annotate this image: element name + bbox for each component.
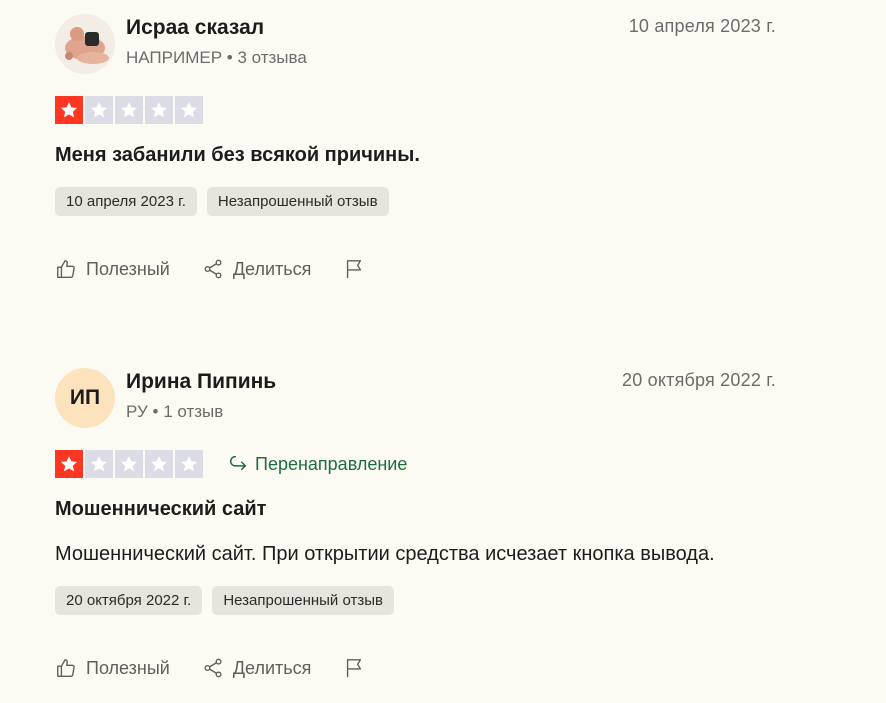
- share-icon: [204, 658, 222, 678]
- thumbs-up-icon: [57, 260, 75, 278]
- report-button[interactable]: [343, 258, 365, 280]
- author-name[interactable]: Ирина Пипинь: [126, 370, 276, 394]
- share-label: Делиться: [232, 258, 312, 279]
- flag-icon: [347, 659, 362, 678]
- author-meta: РУ • 1 отзыв: [126, 402, 223, 422]
- avatar-photo-icon: [55, 14, 115, 74]
- author-name[interactable]: Исраа сказал: [126, 16, 264, 40]
- star-icon: [115, 450, 143, 478]
- review-card: ИП Ирина Пипинь РУ • 1 отзыв 20 октября …: [55, 364, 780, 679]
- meta-separator: •: [152, 402, 164, 421]
- share-button[interactable]: Делиться: [202, 258, 312, 280]
- useful-button[interactable]: Полезный: [55, 258, 170, 280]
- redirect-label: Перенаправление: [255, 453, 408, 474]
- star-icon: [175, 96, 203, 124]
- share-icon: [204, 259, 222, 279]
- star-icon: [55, 450, 83, 478]
- author-country: РУ: [126, 402, 148, 421]
- review-chips: 20 октября 2022 г. Незапрошенный отзыв: [55, 586, 780, 615]
- review-chips: 10 апреля 2023 г. Незапрошенный отзыв: [55, 187, 780, 216]
- review-header: ИП Ирина Пипинь РУ • 1 отзыв 20 октября …: [55, 364, 780, 430]
- star-rating: [55, 96, 203, 124]
- flag-icon: [347, 260, 362, 279]
- avatar[interactable]: [55, 14, 115, 74]
- review-date: 20 октября 2022 г.: [622, 370, 776, 390]
- unsolicited-review-chip[interactable]: Незапрошенный отзыв: [212, 586, 394, 615]
- avatar[interactable]: ИП: [55, 368, 115, 428]
- review-title[interactable]: Мошеннический сайт: [55, 498, 780, 521]
- star-icon: [175, 450, 203, 478]
- review-date: 10 апреля 2023 г.: [628, 16, 776, 36]
- star-rating: [55, 450, 203, 478]
- unsolicited-review-chip[interactable]: Незапрошенный отзыв: [206, 187, 389, 216]
- star-icon: [145, 96, 173, 124]
- experience-date-chip: 20 октября 2022 г.: [55, 586, 203, 615]
- review-card: Исраа сказал НАПРИМЕР • 3 отзыва 10 апре…: [55, 10, 780, 280]
- useful-label: Полезный: [86, 657, 170, 678]
- share-button[interactable]: Делиться: [202, 657, 312, 679]
- author-meta: НАПРИМЕР • 3 отзыва: [126, 48, 307, 68]
- star-icon: [115, 96, 143, 124]
- author-review-count: 1 отзыв: [163, 402, 224, 421]
- star-icon: [85, 96, 113, 124]
- redirect-arrow-icon: [230, 455, 247, 471]
- useful-label: Полезный: [86, 258, 170, 279]
- rating-row: Перенаправление: [55, 450, 780, 478]
- author-review-count: 3 отзыва: [237, 48, 307, 67]
- review-title[interactable]: Меня забанили без всякой причины.: [55, 144, 780, 167]
- star-icon: [145, 450, 173, 478]
- review-header: Исраа сказал НАПРИМЕР • 3 отзыва 10 апре…: [55, 10, 780, 76]
- star-icon: [55, 96, 83, 124]
- author-country: НАПРИМЕР: [126, 48, 223, 67]
- experience-date-chip: 10 апреля 2023 г.: [55, 187, 197, 216]
- thumbs-up-icon: [57, 659, 75, 677]
- share-label: Делиться: [232, 657, 312, 678]
- meta-separator: •: [226, 48, 238, 67]
- review-actions: Полезный Делиться: [55, 657, 780, 679]
- report-button[interactable]: [343, 657, 365, 679]
- redirect-link[interactable]: Перенаправление: [227, 453, 407, 475]
- review-actions: Полезный Делиться: [55, 258, 780, 280]
- useful-button[interactable]: Полезный: [55, 657, 170, 679]
- review-body: Мошеннический сайт. При открытии средств…: [55, 543, 715, 565]
- star-icon: [85, 450, 113, 478]
- rating-row: [55, 96, 780, 124]
